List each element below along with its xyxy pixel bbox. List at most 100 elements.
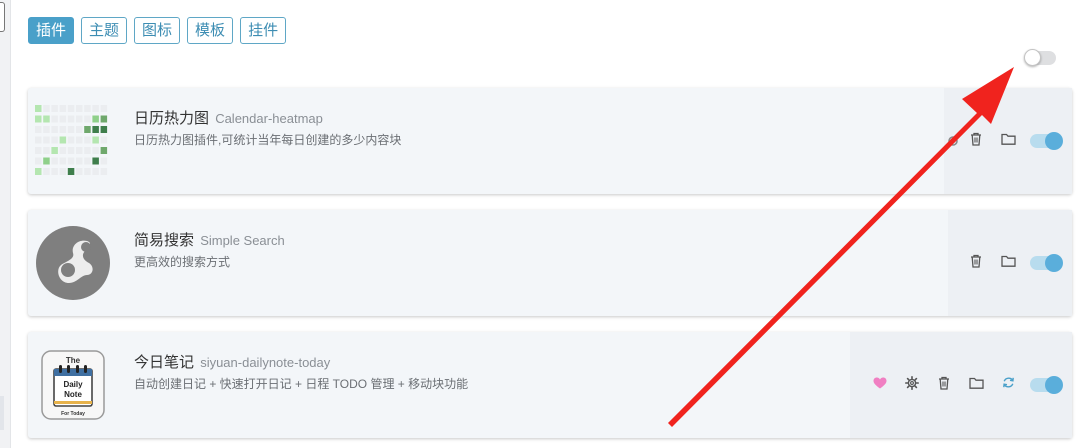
- plugin-name: 简易搜索: [134, 232, 195, 249]
- heatmap-cell: [59, 105, 67, 112]
- plugins-master-toggle[interactable]: [1024, 49, 1056, 66]
- plugin-package: Simple Search: [200, 233, 285, 248]
- trash-icon: [938, 376, 950, 395]
- heatmap-cell: [76, 147, 83, 154]
- settings-button[interactable]: [942, 130, 960, 152]
- plugin-enable-toggle[interactable]: [1030, 254, 1063, 272]
- toggle-knob: [1045, 132, 1063, 150]
- simple-search-logo: [28, 210, 118, 316]
- open-folder-button[interactable]: [992, 130, 1024, 152]
- heatmap-cell: [76, 105, 83, 112]
- uninstall-button[interactable]: [960, 130, 992, 152]
- heatmap-cell: [51, 136, 58, 144]
- settings-button[interactable]: [896, 374, 928, 396]
- heatmap-cell: [35, 168, 42, 175]
- heatmap-cell: [92, 157, 99, 165]
- toggle-knob: [1045, 254, 1063, 272]
- refresh-icon: [1002, 376, 1015, 394]
- plugin-package: Calendar-heatmap: [215, 111, 323, 126]
- heatmap-cell: [51, 105, 58, 112]
- panel-edge-button[interactable]: [0, 2, 5, 32]
- heatmap-cell: [59, 168, 67, 175]
- gear-icon: [946, 134, 960, 148]
- folder-icon: [1000, 254, 1016, 272]
- plugin-description: 日历热力图插件,可统计当年每日创建的多少内容块: [134, 133, 402, 147]
- tab-plugins[interactable]: 插件: [28, 17, 75, 44]
- plugin-name: 今日笔记: [134, 354, 195, 371]
- toggle-knob: [1045, 376, 1063, 394]
- heatmap-cell: [76, 115, 83, 123]
- heatmap-cell: [84, 126, 91, 133]
- tab-widgets[interactable]: 挂件: [240, 17, 287, 44]
- folder-icon: [968, 376, 984, 394]
- heart-icon: [873, 376, 887, 394]
- heatmap-cell: [35, 115, 42, 123]
- heatmap-cell: [92, 168, 99, 175]
- plugin-description: 更高效的搜索方式: [134, 255, 231, 269]
- plugin-title: 日历热力图 Calendar-heatmap: [134, 107, 323, 128]
- plugin-actions: [960, 210, 1072, 316]
- heatmap-cell: [43, 136, 50, 144]
- uninstall-button[interactable]: [960, 252, 992, 274]
- heatmap-cell: [84, 105, 91, 112]
- plugin-card-dailynote-today: The Daily Note For Today 今日笔记 siyuan-dai…: [28, 332, 1072, 438]
- heatmap-cell: [100, 126, 108, 133]
- plugin-name: 日历热力图: [134, 110, 210, 127]
- sponsor-button[interactable]: [864, 374, 896, 396]
- left-sidebar-rail: [0, 0, 11, 448]
- heatmap-cell: [84, 115, 91, 123]
- trash-icon: [970, 254, 982, 273]
- heatmap-cell: [100, 115, 108, 123]
- heatmap-cell: [84, 136, 91, 144]
- heatmap-cell: [100, 136, 108, 144]
- folder-icon: [1000, 132, 1016, 150]
- heatmap-cell: [76, 126, 83, 133]
- heatmap-cell: [35, 105, 42, 112]
- heatmap-cell: [84, 168, 91, 175]
- heatmap-cell: [92, 136, 99, 144]
- plugin-actions: [942, 88, 1072, 194]
- plugin-title: 今日笔记 siyuan-dailynote-today: [134, 351, 330, 372]
- open-folder-button[interactable]: [960, 374, 992, 396]
- heatmap-cell: [35, 136, 42, 144]
- heatmap-cell: [35, 147, 42, 154]
- heatmap-cell: [76, 168, 83, 175]
- heatmap-cell: [51, 115, 58, 123]
- toggle-knob: [1024, 49, 1041, 66]
- heatmap-cell: [92, 126, 99, 133]
- plugin-actions: [864, 332, 1072, 438]
- heatmap-cell: [51, 157, 58, 165]
- heatmap-cell: [51, 126, 58, 133]
- heatmap-cell: [67, 105, 75, 112]
- heatmap-cell: [76, 136, 83, 144]
- daily-note-logo: The Daily Note For Today: [28, 332, 118, 438]
- logo-text-bottom: For Today: [61, 411, 85, 417]
- heatmap-cell: [59, 136, 67, 144]
- plugin-description: 自动创建日记 + 快速打开日记 + 日程 TODO 管理 + 移动块功能: [134, 377, 469, 391]
- open-folder-button[interactable]: [992, 252, 1024, 274]
- heatmap-cell: [59, 147, 67, 154]
- plugin-package: siyuan-dailynote-today: [200, 355, 331, 370]
- heatmap-cell: [43, 126, 50, 133]
- heatmap-cell: [43, 168, 50, 175]
- calendar-heatmap-thumbnail: [28, 88, 118, 194]
- uninstall-button[interactable]: [928, 374, 960, 396]
- plugin-enable-toggle[interactable]: [1030, 132, 1063, 150]
- logo-text-daily: Daily: [63, 380, 83, 389]
- heatmap-cell: [92, 147, 99, 154]
- tab-templates[interactable]: 模板: [187, 17, 234, 44]
- tab-themes[interactable]: 主题: [81, 17, 128, 44]
- plugin-enable-toggle[interactable]: [1030, 376, 1063, 394]
- heatmap-cell: [67, 168, 75, 175]
- heatmap-cell: [100, 147, 108, 154]
- heatmap-cell: [100, 168, 108, 175]
- trash-icon: [970, 132, 982, 151]
- heatmap-cell: [43, 157, 50, 165]
- heatmap-cell: [100, 157, 108, 165]
- update-button[interactable]: [992, 374, 1024, 396]
- heatmap-cell: [76, 157, 83, 165]
- tab-icons[interactable]: 图标: [134, 17, 181, 44]
- heatmap-cell: [35, 126, 42, 133]
- plugin-title: 简易搜索 Simple Search: [134, 229, 285, 250]
- heatmap-cell: [43, 105, 50, 112]
